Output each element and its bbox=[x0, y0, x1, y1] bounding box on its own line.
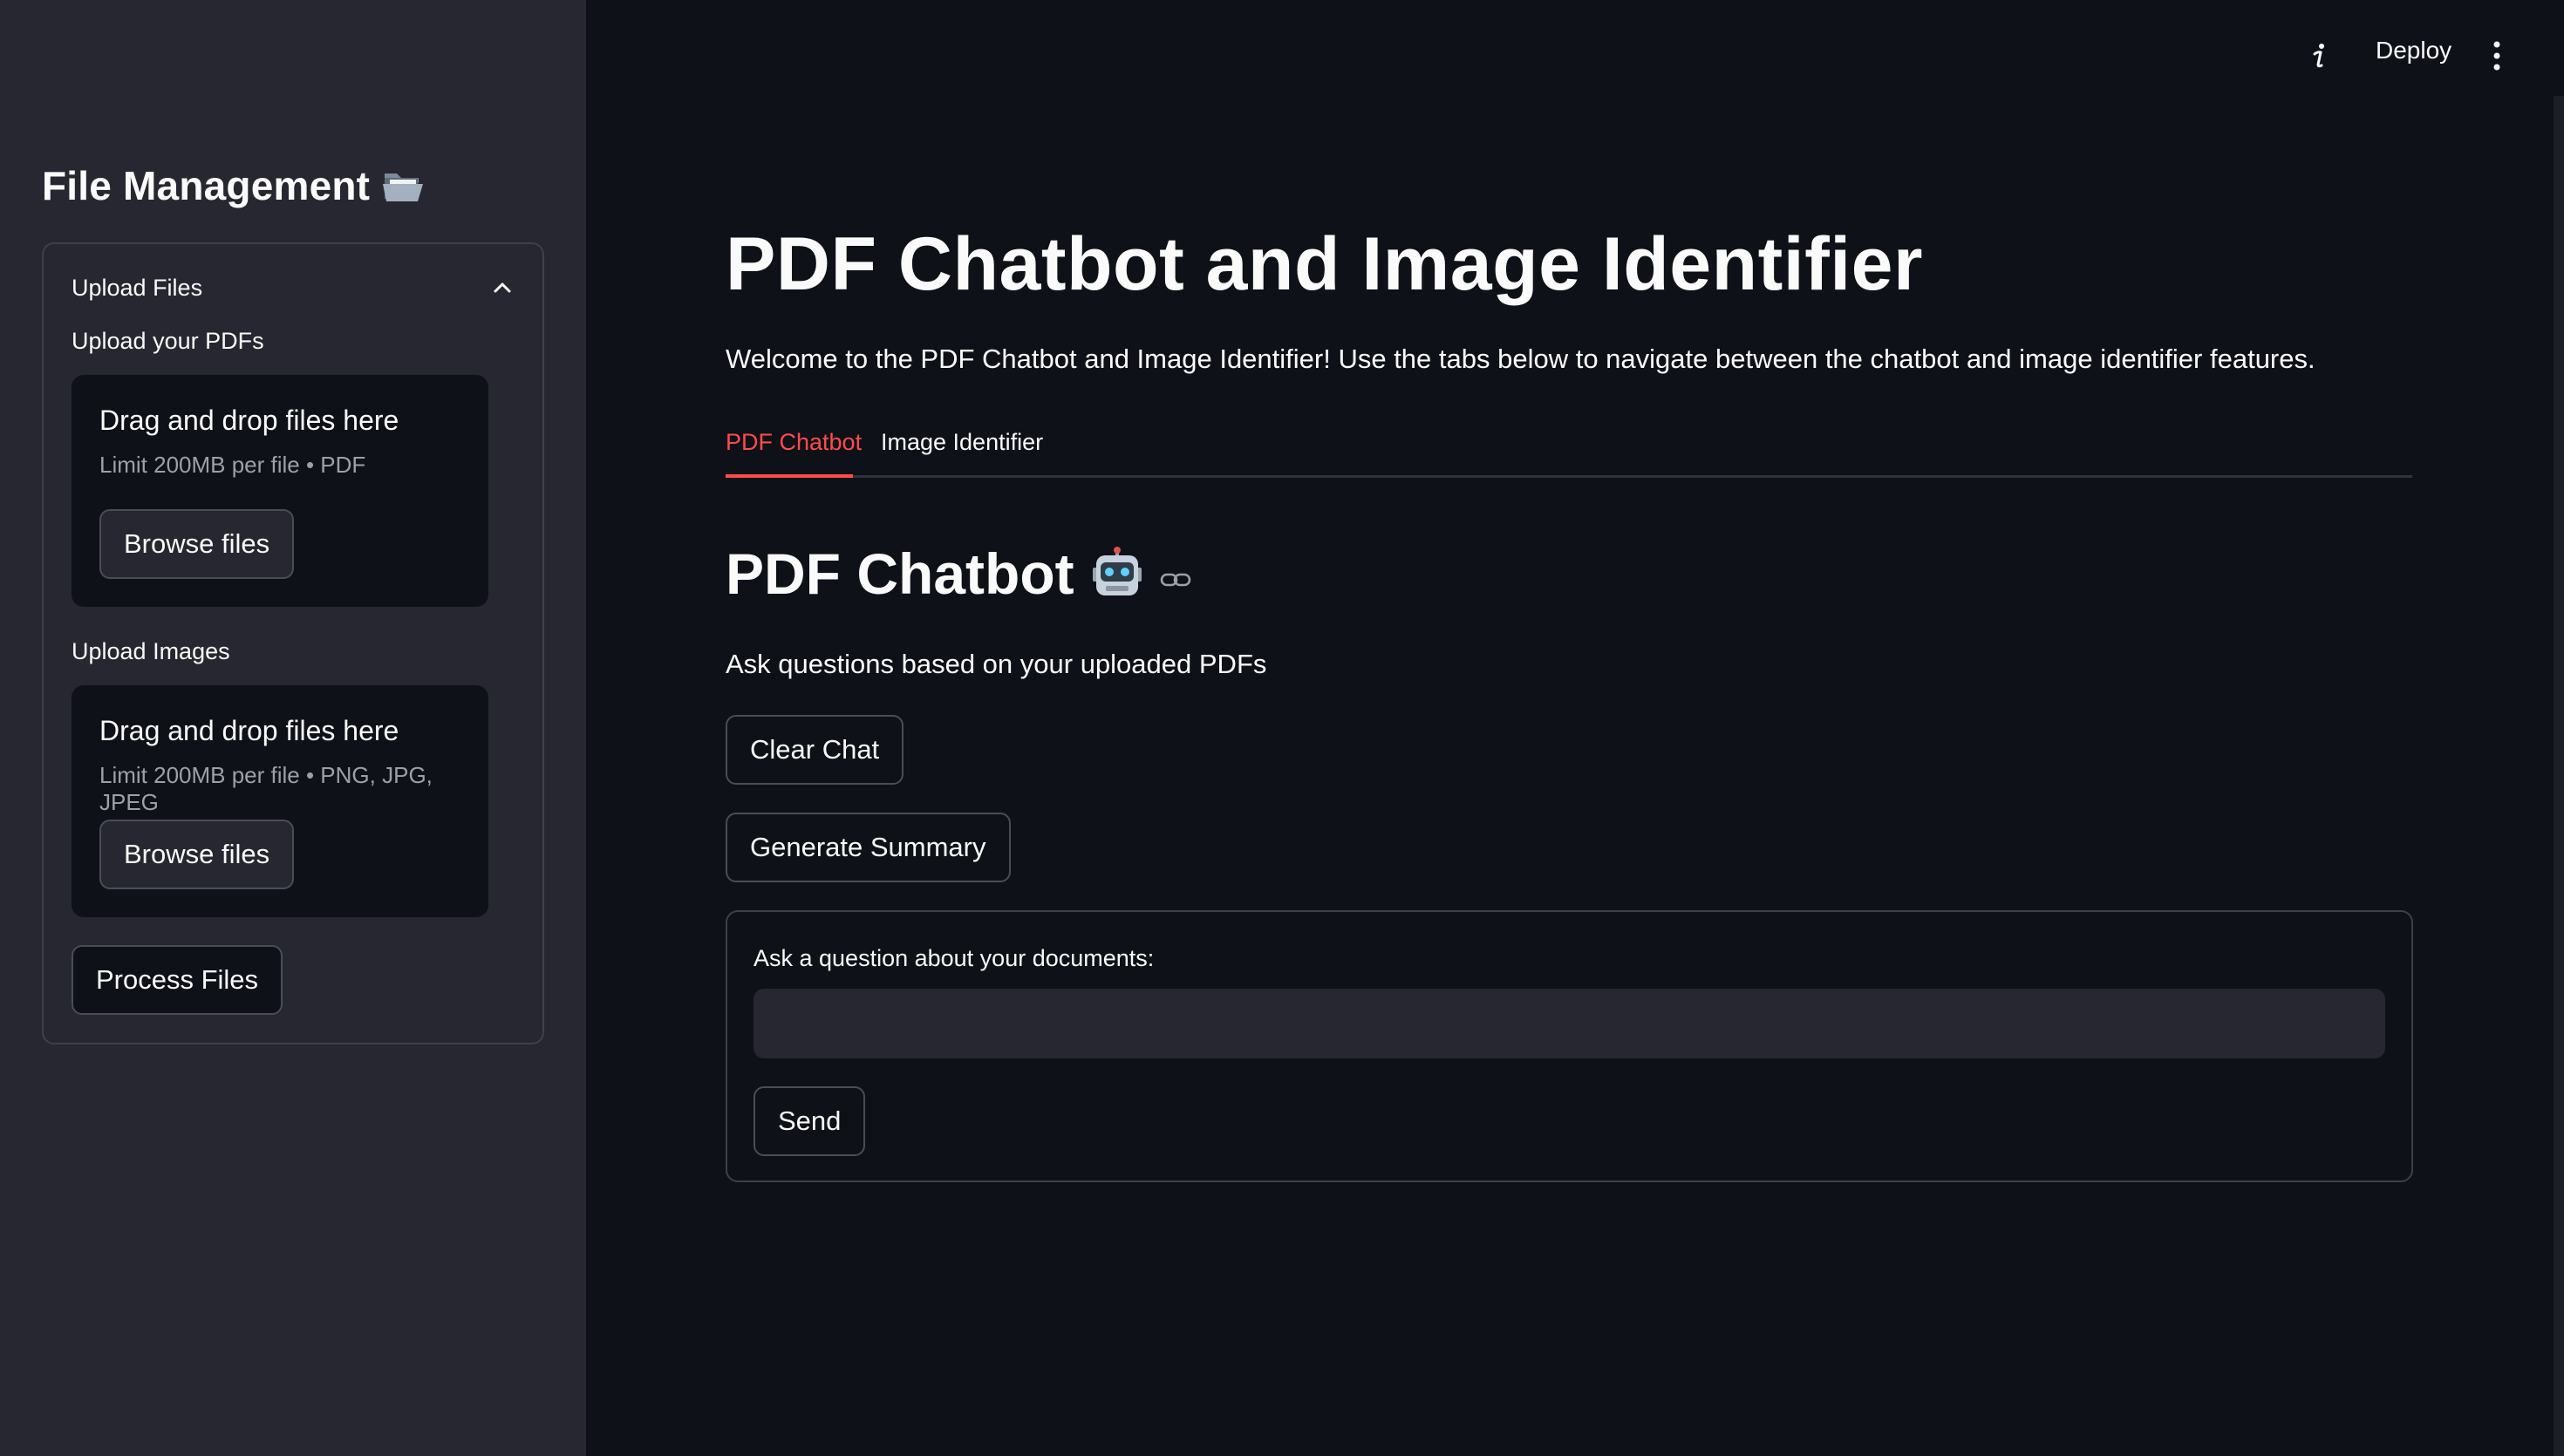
upload-images-label: Upload Images bbox=[72, 638, 230, 664]
deploy-button[interactable]: Deploy bbox=[2376, 37, 2451, 65]
pdf-dropzone-title: Drag and drop files here bbox=[99, 405, 399, 436]
welcome-text: Welcome to the PDF Chatbot and Image Ide… bbox=[726, 344, 2315, 374]
clear-chat-button[interactable]: Clear Chat bbox=[726, 715, 904, 785]
info-icon[interactable] bbox=[2302, 38, 2337, 73]
app-root: File Management Upload Files Upload your… bbox=[0, 0, 2564, 1456]
browse-images-button[interactable]: Browse files bbox=[99, 820, 295, 889]
section-subtitle: Ask questions based on your uploaded PDF… bbox=[726, 649, 1267, 679]
expander-header[interactable]: Upload Files bbox=[72, 270, 515, 305]
robot-icon bbox=[1092, 547, 1142, 595]
tab-image-identifier[interactable]: Image Identifier bbox=[881, 429, 1043, 456]
image-dropzone-limit: Limit 200MB per file • PNG, JPG, JPEG bbox=[99, 762, 433, 815]
image-dropzone-title: Drag and drop files here bbox=[99, 715, 399, 746]
pdf-dropzone[interactable]: Drag and drop files here Limit 200MB per… bbox=[72, 375, 488, 607]
main-menu-icon[interactable] bbox=[2484, 38, 2510, 73]
tab-divider bbox=[726, 475, 2412, 478]
tab-pdf-chatbot[interactable]: PDF Chatbot bbox=[726, 429, 862, 456]
expander-label: Upload Files bbox=[72, 274, 203, 301]
scrollbar[interactable] bbox=[2554, 96, 2564, 1456]
question-form: Ask a question about your documents: Sen… bbox=[726, 910, 2413, 1182]
question-label: Ask a question about your documents: bbox=[754, 945, 1155, 971]
browse-pdfs-button[interactable]: Browse files bbox=[99, 509, 295, 579]
image-dropzone[interactable]: Drag and drop files here Limit 200MB per… bbox=[72, 685, 488, 917]
upload-files-expander: Upload Files Upload your PDFs Drag and d… bbox=[42, 242, 544, 1044]
section-title-text: PDF Chatbot bbox=[726, 541, 1074, 606]
page-title: PDF Chatbot and Image Identifier bbox=[726, 222, 1923, 306]
question-input[interactable] bbox=[754, 989, 2385, 1058]
generate-summary-button[interactable]: Generate Summary bbox=[726, 813, 1011, 882]
sidebar-title: File Management bbox=[42, 162, 424, 209]
link-icon[interactable] bbox=[1160, 569, 1191, 590]
tab-bar: PDF Chatbot Image Identifier bbox=[726, 429, 2412, 485]
sidebar: File Management Upload Files Upload your… bbox=[0, 0, 586, 1456]
active-tab-indicator bbox=[726, 474, 853, 478]
open-folder-icon bbox=[383, 173, 424, 201]
sidebar-title-text: File Management bbox=[42, 163, 371, 208]
process-files-button[interactable]: Process Files bbox=[72, 945, 283, 1015]
upload-pdfs-label: Upload your PDFs bbox=[72, 328, 264, 354]
section-title: PDF Chatbot bbox=[726, 541, 1191, 607]
pdf-dropzone-limit: Limit 200MB per file • PDF bbox=[99, 452, 366, 478]
chevron-up-icon[interactable] bbox=[490, 276, 515, 300]
send-button[interactable]: Send bbox=[754, 1086, 866, 1156]
